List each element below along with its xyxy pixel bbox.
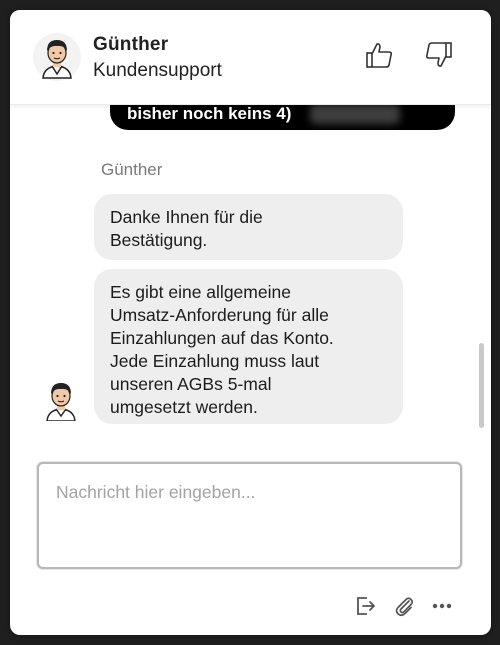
attach-file-button[interactable] [390, 594, 418, 622]
visitor-message-text: bisher noch keins 4) [127, 104, 292, 123]
message-input-box[interactable] [37, 462, 462, 569]
more-options-icon [430, 594, 454, 623]
agent-avatar-icon [32, 32, 82, 82]
message-scrollbar[interactable] [479, 343, 484, 428]
agent-name: Günther [93, 34, 169, 55]
agent-avatar-icon [44, 381, 78, 422]
agent-message-bubble: Danke Ihnen für die Bestätigung. [94, 194, 403, 260]
agent-role: Kundensupport [93, 60, 222, 81]
redacted-text [310, 104, 400, 124]
thumbs-down-button[interactable] [422, 40, 456, 74]
exit-chat-button[interactable] [352, 594, 380, 622]
paperclip-icon [392, 594, 416, 623]
more-options-button[interactable] [428, 594, 456, 622]
exit-chat-icon [354, 594, 378, 623]
chat-header: Günther Kundensupport [10, 10, 491, 105]
message-list[interactable]: bisher noch keins 4) Günther Danke Ihnen… [10, 104, 491, 434]
thumbs-down-icon [424, 40, 454, 75]
message-input[interactable] [39, 464, 460, 567]
thumbs-up-button[interactable] [362, 40, 396, 74]
chat-window: Günther Kundensupport bisher noch keins … [10, 10, 491, 635]
thumbs-up-icon [364, 40, 394, 75]
message-sender-name: Günther [101, 160, 163, 179]
visitor-message-bubble: bisher noch keins 4) [110, 104, 455, 130]
agent-message-bubble: Es gibt eine allgemeine Umsatz-Anforderu… [94, 269, 403, 424]
